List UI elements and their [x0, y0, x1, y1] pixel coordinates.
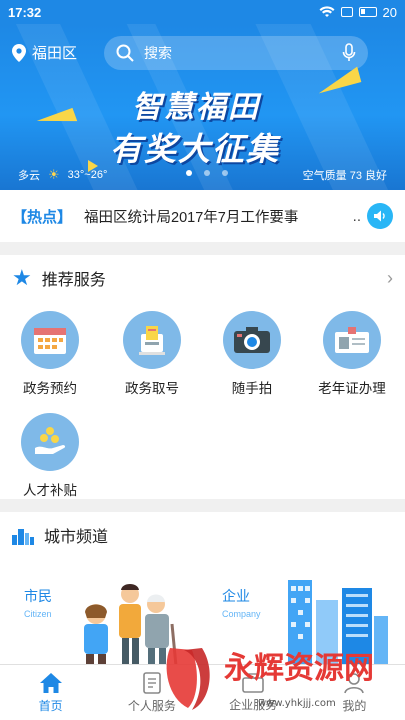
citizens-illustration[interactable] — [72, 574, 192, 664]
nav-label: 企业服务 — [229, 697, 278, 712]
star-icon: ★ — [12, 265, 32, 290]
citizen-label: 市民 — [24, 588, 52, 604]
nav-label: 我的 — [342, 698, 367, 713]
banner-headline-line1: 智慧福田 — [132, 91, 260, 124]
location-name: 福田区 — [32, 45, 78, 62]
cloudy-sun-icon: ☀ — [48, 167, 60, 182]
citizen-channel[interactable]: 市民 Citizen — [24, 586, 52, 619]
company-sublabel: Company — [222, 609, 261, 619]
carousel-indicator — [186, 170, 228, 176]
recommended-services: ★ 推荐服务 › 政务预约 政务取号 随手拍 老年证办理 人才补贴 — [0, 255, 405, 499]
carousel-dot — [222, 170, 228, 176]
nav-label: 首页 — [38, 698, 63, 713]
screen-rotate-icon — [340, 7, 353, 17]
weather-temperature: 33°~26° — [67, 169, 108, 181]
search-input[interactable]: 搜索 — [104, 36, 368, 70]
id-card-icon — [323, 311, 381, 369]
status-time: 17:32 — [8, 4, 42, 20]
nav-personal-services[interactable]: 个人服务 — [101, 665, 202, 720]
city-channel-header: 城市频道 — [0, 512, 405, 558]
ticket-machine-icon — [123, 311, 181, 369]
city-buildings-icon — [12, 529, 34, 545]
camera-icon — [223, 311, 281, 369]
weather-info: 多云 ☀ 33°~26° — [18, 167, 107, 183]
hot-news-ellipsis: .. — [352, 207, 361, 225]
briefcase-icon — [242, 672, 264, 693]
nav-label: 个人服务 — [127, 698, 176, 713]
service-label: 人才补贴 — [23, 483, 77, 498]
hot-news-tag: 【热点】 — [12, 208, 73, 226]
bottom-navigation: 首页 个人服务 企业服务 我的 — [0, 664, 405, 720]
status-bar: 17:32 20 — [0, 0, 405, 24]
home-icon — [39, 672, 62, 693]
calendar-icon — [21, 311, 79, 369]
service-item[interactable]: 随手拍 — [202, 311, 302, 397]
nav-company-services[interactable]: 企业服务 — [203, 665, 304, 720]
chevron-right-icon[interactable]: › — [387, 268, 393, 289]
search-icon — [116, 44, 134, 62]
section-title: 推荐服务 — [41, 272, 106, 289]
location-pin-icon — [12, 43, 26, 62]
nav-home[interactable]: 首页 — [0, 665, 101, 720]
city-channel: 城市频道 市民 Citizen 企业 Company — [0, 512, 405, 664]
service-item[interactable]: 政务预约 — [0, 311, 100, 397]
service-item[interactable]: 老年证办理 — [302, 311, 402, 397]
battery-level: 20 — [382, 4, 397, 20]
citizen-sublabel: Citizen — [24, 609, 52, 619]
service-label: 政务取号 — [125, 381, 179, 396]
banner-headline-line2: 有奖大征集 — [110, 131, 281, 167]
carousel-dot — [204, 170, 210, 176]
banner-carousel[interactable]: 福田区 搜索 智慧福田 有奖大征集 多云 ☀ 33°~26° 空气质量 73 良… — [0, 24, 405, 190]
nav-mine[interactable]: 我的 — [304, 665, 405, 720]
battery-icon — [358, 7, 377, 17]
service-label: 随手拍 — [231, 381, 273, 396]
coins-hand-icon — [21, 413, 79, 471]
air-quality: 空气质量 73 良好 — [302, 170, 387, 182]
section-title: 城市频道 — [44, 529, 109, 546]
service-item[interactable]: 政务取号 — [102, 311, 202, 397]
recommended-services-header[interactable]: ★ 推荐服务 › — [0, 255, 405, 301]
service-label: 老年证办理 — [318, 381, 386, 396]
buildings-illustration[interactable] — [288, 576, 388, 664]
user-icon — [344, 672, 365, 693]
hot-news-ticker[interactable]: 【热点】 福田区统计局2017年7月工作要事 .. — [0, 190, 405, 242]
hot-news-text[interactable]: 福田区统计局2017年7月工作要事 — [84, 206, 353, 227]
speaker-icon[interactable] — [367, 203, 393, 229]
microphone-icon[interactable] — [342, 43, 356, 63]
service-label: 政务预约 — [23, 381, 77, 396]
weather-condition: 多云 — [18, 170, 40, 182]
company-label: 企业 — [222, 588, 250, 604]
company-channel[interactable]: 企业 Company — [222, 586, 261, 619]
service-item[interactable]: 人才补贴 — [0, 413, 100, 499]
document-icon — [143, 671, 161, 694]
wifi-icon — [319, 6, 335, 18]
search-placeholder: 搜索 — [144, 45, 172, 61]
location-selector[interactable]: 福田区 — [12, 42, 77, 63]
carousel-dot — [186, 170, 192, 176]
